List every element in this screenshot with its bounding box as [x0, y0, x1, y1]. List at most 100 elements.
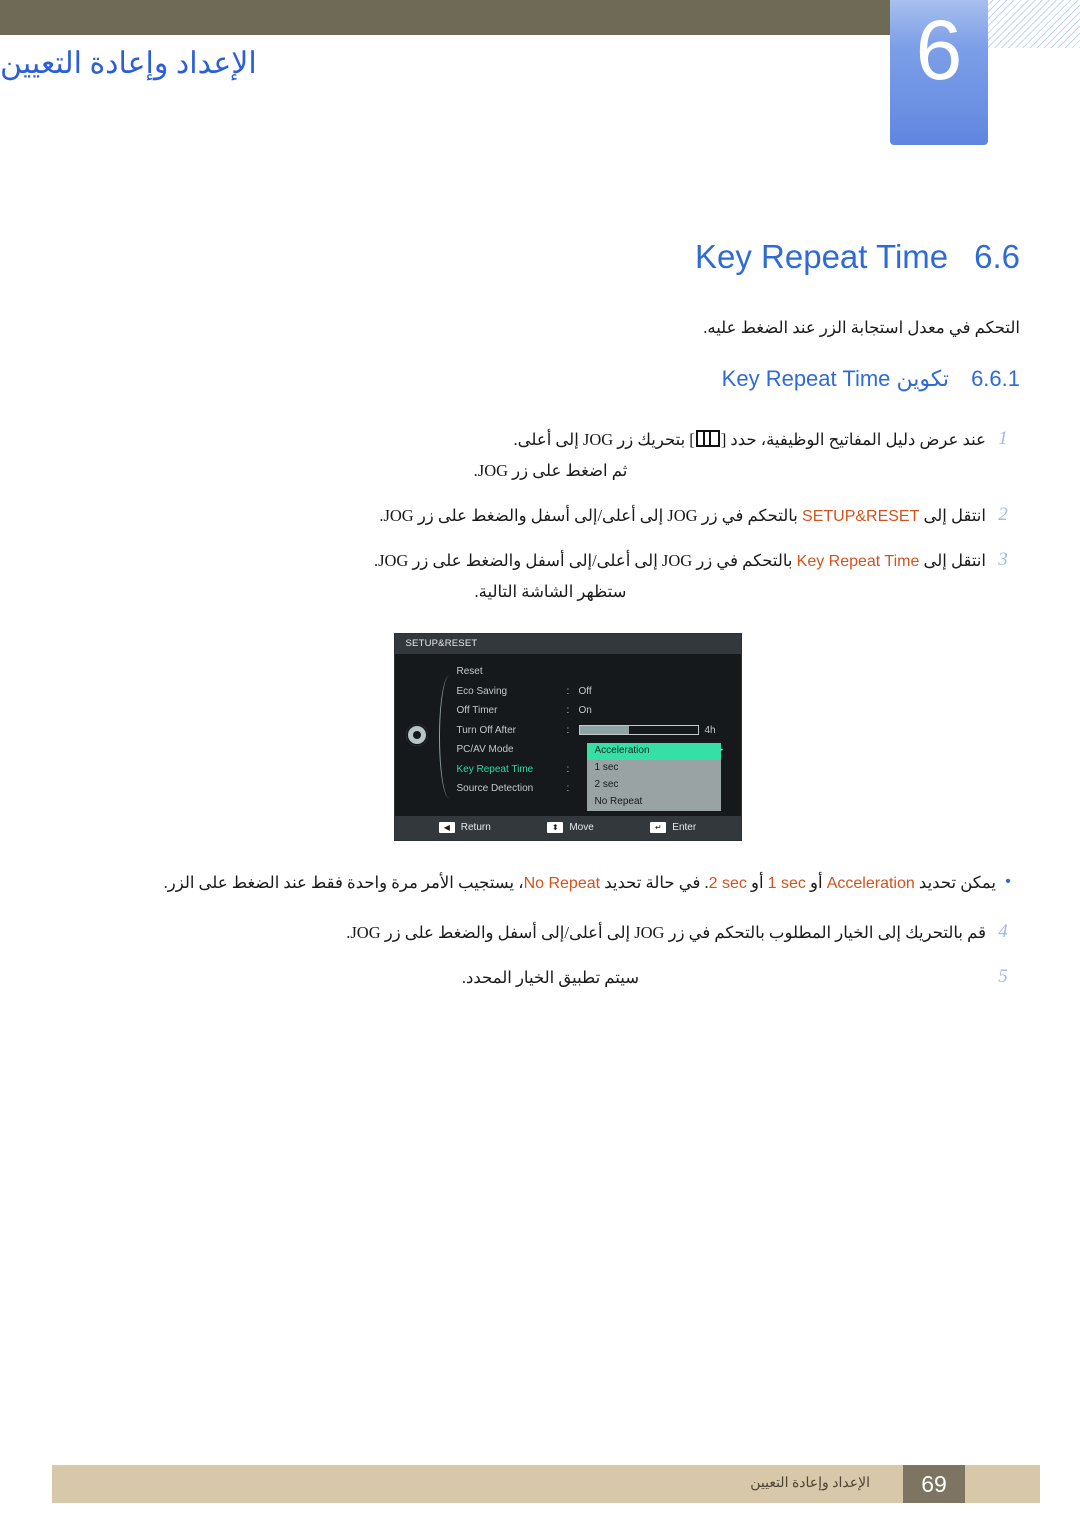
osd-row-off-timer[interactable]: Off Timer : On — [457, 701, 737, 721]
section-name: Key Repeat Time — [695, 238, 949, 275]
subsection-heading: 6.6.1 تكوين Key Repeat Time — [60, 366, 1020, 392]
osd-row-colon: : — [566, 783, 570, 795]
subsection-number: 6.6.1 — [971, 366, 1020, 391]
subsection-name: تكوين Key Repeat Time — [722, 366, 949, 392]
chapter-tab: 6 — [890, 0, 988, 145]
note-highlight-no-repeat: No Repeat — [523, 874, 601, 892]
page-header: 6 الإعداد وإعادة التعيين — [0, 0, 1080, 160]
osd-row-eco-saving[interactable]: Eco Saving : Off — [457, 681, 737, 701]
chapter-number: 6 — [915, 3, 963, 97]
osd-enter-label: Enter — [672, 822, 697, 834]
osd-row-label: Eco Saving — [456, 685, 508, 697]
osd-row-colon: : — [566, 724, 570, 736]
step-number: 1 — [998, 428, 1008, 449]
bullet-icon: • — [1005, 872, 1011, 890]
updown-arrow-icon: ⬍ — [547, 822, 564, 834]
note-text-4: . في حالة تحديد — [604, 872, 709, 892]
osd-row-value: On — [578, 705, 592, 717]
step-text-before: انتقل إلى — [923, 505, 987, 525]
osd-footer-bar: ◀ Return ⬍ Move ↵ Enter — [394, 815, 741, 840]
osd-row-value: 4h — [704, 724, 716, 736]
dropdown-option-no-repeat[interactable]: No Repeat — [587, 794, 721, 811]
note-text-5: ، يستجيب الأمر مرة واحدة فقط عند الضغط ع… — [163, 872, 524, 892]
steps-list-top: 1 عند عرض دليل المفاتيح الوظيفية، حدد []… — [60, 426, 1020, 607]
section-heading: 6.6 Key Repeat Time — [60, 238, 1020, 276]
step-number: 2 — [998, 503, 1008, 525]
step-text: عند عرض دليل المفاتيح الوظيفية، حدد [ ] ب… — [115, 426, 986, 486]
page-number: 69 — [903, 1465, 965, 1503]
note-highlight-2-sec: 2 sec — [708, 874, 747, 892]
step-highlight-term: SETUP&RESET — [802, 507, 920, 525]
section-number: 6.6 — [974, 238, 1020, 275]
step-text-after: بالتحكم في زر JOG إلى أعلى/إلى أسفل والض… — [379, 505, 798, 525]
step-subtext: ستظهر الشاشة التالية. — [474, 581, 627, 601]
osd-row-label: Off Timer — [456, 705, 498, 717]
step-number: 4 — [998, 920, 1008, 942]
dropdown-option-1-sec[interactable]: 1 sec — [587, 760, 721, 777]
step-text-before: انتقل إلى — [923, 550, 987, 570]
jog-icon — [695, 428, 721, 454]
osd-row-turn-off-after[interactable]: Turn Off After : 4h — [457, 720, 737, 740]
osd-row-label: PC/AV Mode — [456, 744, 514, 756]
step-text: انتقل إلى Key Repeat Time بالتحكم في زر … — [115, 547, 986, 607]
header-olive-bar — [0, 0, 890, 35]
chapter-title-text: الإعداد وإعادة التعيين — [0, 47, 257, 80]
note-text: يمكن تحديد Acceleration أو 1 sec أو 2 se… — [115, 869, 996, 897]
osd-return-action[interactable]: ◀ Return — [438, 822, 491, 834]
page-content: 6.6 Key Repeat Time التحكم في معدل استجا… — [60, 200, 1020, 1009]
step-text: قم بالتحريك إلى الخيار المطلوب بالتحكم ف… — [346, 922, 986, 942]
note-text-1: يمكن تحديد — [918, 872, 996, 892]
steps-list-bottom: 4 قم بالتحريك إلى الخيار المطلوب بالتحكم… — [60, 919, 1020, 993]
enter-key-icon: ↵ — [650, 822, 667, 834]
step-number: 5 — [998, 965, 1008, 987]
subsection-name-term: Key Repeat Time — [721, 366, 891, 391]
gear-icon — [405, 723, 428, 746]
osd-row-label: Source Detection — [456, 783, 534, 795]
osd-move-label: Move — [569, 822, 594, 834]
note-bullet-item: • يمكن تحديد Acceleration أو 1 sec أو 2 … — [60, 869, 1020, 897]
section-intro: التحكم في معدل استجابة الزر عند الضغط عل… — [703, 318, 1020, 337]
step-text-after: ] بتحريك زر JOG إلى أعلى. — [513, 430, 695, 449]
key-repeat-time-dropdown[interactable]: Acceleration 1 sec 2 sec No Repeat — [586, 742, 721, 811]
note-text-3: أو — [750, 872, 764, 892]
osd-enter-action[interactable]: ↵ Enter — [650, 822, 697, 834]
note-text-2: أو — [810, 872, 823, 892]
diagonal-stripes-decoration — [988, 0, 1080, 48]
footer-chapter-title: الإعداد وإعادة التعيين — [750, 1476, 870, 1491]
step-item: 5 سيتم تطبيق الخيار المحدد. — [115, 964, 1020, 993]
osd-row-colon: : — [566, 685, 570, 697]
osd-body: Reset Eco Saving : Off Off Timer : On Tu… — [395, 654, 741, 816]
turn-off-after-slider[interactable] — [578, 725, 699, 736]
osd-row-colon: : — [566, 763, 570, 775]
step-text-after: بالتحكم في زر JOG إلى أعلى/إلى أسفل والض… — [373, 550, 793, 570]
step-highlight-term: Key Repeat Time — [796, 552, 920, 570]
subsection-name-prefix: تكوين — [896, 366, 950, 391]
left-arrow-icon: ◀ — [438, 822, 455, 834]
step-item: 1 عند عرض دليل المفاتيح الوظيفية، حدد []… — [115, 426, 1020, 486]
step-text: انتقل إلى SETUP&RESET بالتحكم في زر JOG … — [115, 502, 986, 531]
osd-row-label: Reset — [456, 665, 483, 677]
step-subtext: ثم اضغط على زر JOG. — [473, 460, 628, 480]
note-highlight-acceleration: Acceleration — [826, 874, 915, 892]
osd-row-label: Key Repeat Time — [456, 763, 534, 775]
osd-return-label: Return — [460, 822, 491, 834]
osd-row-reset[interactable]: Reset — [457, 662, 737, 682]
step-item: 4 قم بالتحريك إلى الخيار المطلوب بالتحكم… — [115, 919, 1020, 948]
step-number: 3 — [998, 548, 1008, 570]
slider-fill — [579, 726, 630, 735]
osd-move-action[interactable]: ⬍ Move — [547, 822, 594, 834]
osd-row-label: Turn Off After — [456, 724, 516, 736]
osd-title: SETUP&RESET — [394, 633, 741, 654]
page-footer: الإعداد وإعادة التعيين 69 — [52, 1465, 1040, 1503]
osd-curve-decoration — [438, 675, 456, 798]
dropdown-option-acceleration[interactable]: Acceleration — [586, 742, 721, 760]
step-item: 2 انتقل إلى SETUP&RESET بالتحكم في زر JO… — [115, 502, 1020, 531]
step-text: سيتم تطبيق الخيار المحدد. — [461, 967, 640, 987]
chapter-title: الإعداد وإعادة التعيين — [0, 46, 878, 81]
step-item: 3 انتقل إلى Key Repeat Time بالتحكم في ز… — [115, 547, 1020, 607]
step-text-before: عند عرض دليل المفاتيح الوظيفية، حدد [ — [720, 430, 986, 449]
osd-figure: SETUP&RESET Reset Eco Saving : Off Off T… — [60, 632, 1020, 841]
osd-menu: SETUP&RESET Reset Eco Saving : Off Off T… — [393, 632, 742, 841]
dropdown-option-2-sec[interactable]: 2 sec — [587, 777, 721, 794]
note-highlight-1-sec: 1 sec — [767, 874, 806, 892]
